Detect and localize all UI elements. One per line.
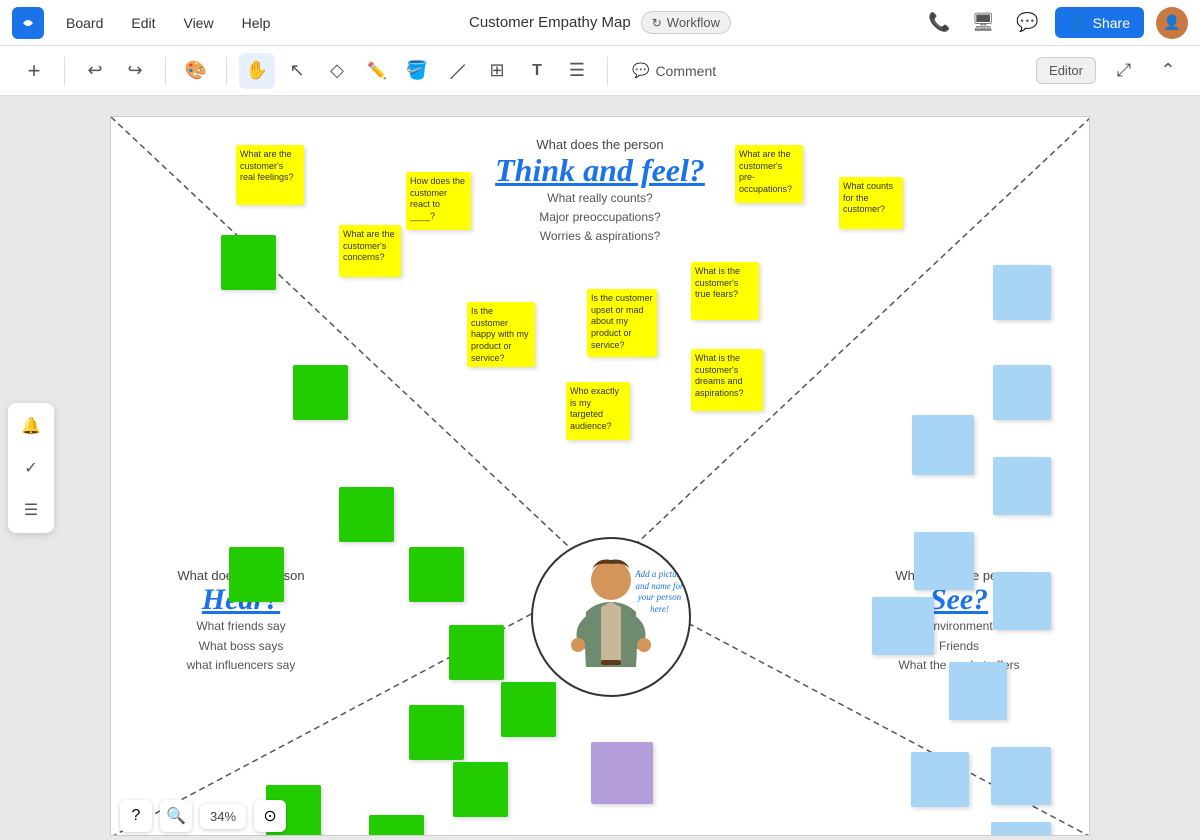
think-feel-top: What does the person [470, 137, 730, 152]
sticky-green-3[interactable] [339, 487, 394, 542]
chat-icon[interactable]: 💬 [1011, 7, 1043, 39]
line-tool[interactable]: — [432, 45, 483, 96]
think-feel-body: What really counts?Major preoccupations?… [470, 189, 730, 247]
editor-button[interactable]: Editor [1036, 57, 1096, 84]
fit-button[interactable]: ⊙ [254, 800, 286, 832]
sticky-blue-1[interactable] [993, 265, 1051, 320]
check-icon[interactable]: ✓ [16, 453, 46, 483]
crop-tool[interactable]: ⊞ [479, 53, 515, 89]
sticky-blue-6[interactable] [993, 572, 1051, 630]
comment-button[interactable]: 💬 Comment [620, 56, 728, 85]
list-icon[interactable]: ☰ [16, 495, 46, 525]
sticky-blue-4[interactable] [993, 457, 1051, 515]
think-feel-cursive: Think and feel? [470, 152, 730, 189]
separator-3 [226, 57, 227, 85]
sticky-blue-5[interactable] [914, 532, 974, 590]
title-text: Customer Empathy Map [469, 14, 631, 31]
expand-icon[interactable]: ⤢ [1108, 55, 1140, 87]
text-tool[interactable]: T [519, 53, 555, 89]
table-tool[interactable]: ☰ [559, 53, 595, 89]
pen-tool[interactable]: ✏️ [359, 53, 395, 89]
select-tool[interactable]: ↖ [279, 53, 315, 89]
side-panel: 🔔 ✓ ☰ [8, 403, 54, 533]
sticky-green-7[interactable] [501, 682, 556, 737]
hand-tool[interactable]: ✋ [239, 53, 275, 89]
person-circle[interactable]: Add a pictureand name foryour personhere… [531, 537, 691, 697]
sticky-yellow-7[interactable]: Is the customer happy with my product or… [467, 302, 535, 367]
format-paint-button[interactable]: 🎨 [178, 53, 214, 89]
menu-edit[interactable]: Edit [125, 11, 161, 35]
bottom-bar: ? 🔍 34% ⊙ [120, 800, 286, 832]
comment-label: Comment [655, 63, 716, 79]
center-label: Add a pictureand name foryour personhere… [632, 569, 687, 616]
sticky-green-11[interactable] [453, 762, 508, 817]
separator-1 [64, 57, 65, 85]
sticky-yellow-9[interactable]: What is the customer's dreams and aspira… [691, 349, 763, 411]
menu-help[interactable]: Help [236, 11, 277, 35]
sticky-green-6[interactable] [449, 625, 504, 680]
sticky-blue-10[interactable] [911, 752, 969, 807]
workflow-badge[interactable]: ↻ Workflow [641, 11, 731, 34]
collapse-icon[interactable]: ⌃ [1152, 55, 1184, 87]
menu-bar: Board Edit View Help Customer Empathy Ma… [0, 0, 1200, 46]
menu-right: 📞 🖥 💬 👤 Share 👤 [923, 7, 1188, 39]
workflow-label: Workflow [667, 15, 720, 30]
sticky-blue-11[interactable] [991, 822, 1051, 836]
menu-view[interactable]: View [177, 11, 219, 35]
sticky-yellow-3[interactable]: What are the customer's concerns? [339, 225, 401, 277]
sticky-green-5[interactable] [409, 547, 464, 602]
help-button[interactable]: ? [120, 800, 152, 832]
app-logo[interactable] [12, 7, 44, 39]
eraser-tool[interactable]: ◇ [319, 53, 355, 89]
separator-4 [607, 57, 608, 85]
sticky-green-10[interactable] [369, 815, 424, 836]
document-title: Customer Empathy Map ↻ Workflow [469, 11, 731, 34]
monitor-icon[interactable]: 🖥 [967, 7, 999, 39]
phone-icon[interactable]: 📞 [923, 7, 955, 39]
sticky-blue-7[interactable] [872, 597, 934, 655]
hear-body: What friends sayWhat boss sayswhat influ… [141, 617, 341, 675]
sticky-purple-1[interactable] [591, 742, 653, 804]
sticky-yellow-6[interactable]: What is the customer's true fears? [691, 262, 759, 320]
toolbar: + ↩ ↪ 🎨 ✋ ↖ ◇ ✏️ 🪣 — ⊞ T ☰ 💬 Comment Edi… [0, 46, 1200, 96]
sticky-green-2[interactable] [293, 365, 348, 420]
share-button[interactable]: 👤 Share [1055, 7, 1144, 38]
sticky-yellow-5[interactable]: What counts for the customer? [839, 177, 903, 229]
sticky-blue-3[interactable] [912, 415, 974, 475]
board[interactable]: What does the person Think and feel? Wha… [110, 116, 1090, 836]
sticky-yellow-8[interactable]: Is the customer upset or mad about my pr… [587, 289, 657, 357]
separator-2 [165, 57, 166, 85]
sticky-blue-8[interactable] [949, 662, 1007, 720]
add-button[interactable]: + [16, 53, 52, 89]
zoom-in-button[interactable]: 🔍 [160, 800, 192, 832]
comment-icon: 💬 [632, 62, 649, 79]
sticky-blue-2[interactable] [993, 365, 1051, 420]
sticky-green-8[interactable] [409, 705, 464, 760]
menu-items: Board Edit View Help [60, 11, 276, 35]
sticky-green-1[interactable] [221, 235, 276, 290]
think-feel-section: What does the person Think and feel? Wha… [470, 137, 730, 247]
undo-button[interactable]: ↩ [77, 53, 113, 89]
sticky-green-4[interactable] [229, 547, 284, 602]
share-label: Share [1093, 15, 1130, 31]
menu-board[interactable]: Board [60, 11, 109, 35]
sticky-yellow-2[interactable]: How does the customer react to ____? [406, 172, 471, 230]
sticky-yellow-4[interactable]: What are the customer's pre-occupations? [735, 145, 803, 203]
user-avatar[interactable]: 👤 [1156, 7, 1188, 39]
canvas-area[interactable]: 🔔 ✓ ☰ What does the person Think and fee… [0, 96, 1200, 840]
fill-tool[interactable]: 🪣 [399, 53, 435, 89]
notification-icon[interactable]: 🔔 [16, 411, 46, 441]
sticky-yellow-1[interactable]: What are the customer's real feelings? [236, 145, 304, 205]
sticky-yellow-10[interactable]: Who exactly is my targeted audience? [566, 382, 630, 440]
redo-button[interactable]: ↪ [117, 53, 153, 89]
sticky-blue-9[interactable] [991, 747, 1051, 805]
zoom-level: 34% [200, 804, 246, 829]
